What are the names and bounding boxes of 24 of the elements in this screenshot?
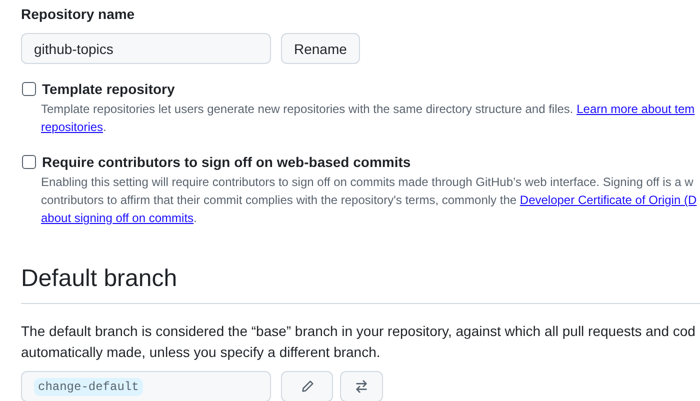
help-link[interactable]: repositories <box>41 120 104 134</box>
description-text: . <box>194 211 197 225</box>
swap-arrows-icon <box>354 379 369 394</box>
description-text: . <box>103 120 106 134</box>
field-label: Repository name <box>21 6 136 24</box>
description-text: contributors to affirm that their commit complies with the repository's terms, commonly the <box>41 193 518 207</box>
help-link[interactable]: Learn more about tem <box>576 102 695 116</box>
section-heading: Default branch <box>21 265 700 304</box>
branch-name: change-default <box>34 378 143 396</box>
edit-button[interactable] <box>281 371 333 401</box>
checkbox-label: Template repository <box>42 81 175 97</box>
switch-button[interactable] <box>340 371 383 401</box>
description-text: Template repositories let users generate new repositories with the same directory structure and files. <box>41 102 574 116</box>
rename-button[interactable]: Rename <box>281 33 360 64</box>
description-text: The default branch is considered the “base” branch in your repository, against which all pull requests and cod <box>21 322 696 341</box>
repository-name-field[interactable]: github-topics <box>21 33 271 64</box>
description-text: automatically made, unless you specify a different branch. <box>21 343 382 362</box>
help-link[interactable]: about signing off on commits <box>41 211 194 225</box>
checkbox[interactable] <box>22 155 36 169</box>
help-link[interactable]: Developer Certificate of Origin (D <box>520 193 697 207</box>
checkbox-label: Require contributors to sign off on web-based commits <box>42 154 411 170</box>
description-text: Enabling this setting will require contributors to sign off on commits made through GitHub’s web interface. Signing off is a w <box>41 175 694 189</box>
pencil-icon <box>300 379 314 394</box>
checkbox[interactable] <box>22 82 36 96</box>
